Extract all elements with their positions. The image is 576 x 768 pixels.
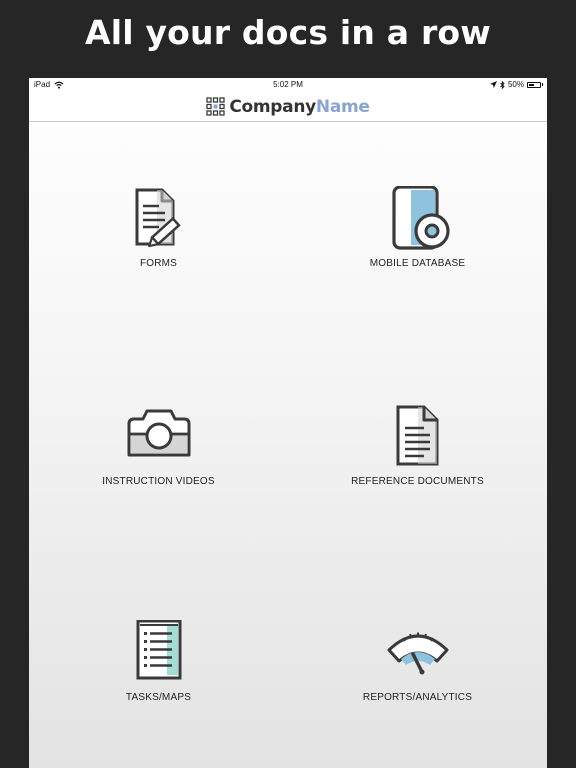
company-name-part1: Company (229, 96, 316, 117)
ipad-screen: iPad 5:02 PM 50% CompanyName FORMS MOBIL… (29, 78, 547, 768)
tile-label: INSTRUCTION VIDEOS (102, 476, 215, 487)
status-bar: iPad 5:02 PM 50% (29, 78, 547, 92)
company-name: CompanyName (229, 96, 370, 117)
company-name-part2: Name (315, 96, 370, 117)
company-logo-icon (206, 97, 225, 116)
tile-mobile-database[interactable]: MOBILE DATABASE (288, 186, 547, 306)
camera-icon (127, 409, 190, 457)
battery-fill (529, 83, 534, 86)
status-time: 5:02 PM (273, 80, 303, 89)
status-right: 50% (489, 80, 543, 89)
tile-reports-analytics[interactable]: REPORTS/ANALYTICS (288, 620, 547, 740)
gauge-icon (387, 632, 448, 675)
tile-label: REFERENCE DOCUMENTS (351, 476, 484, 487)
location-arrow-icon (489, 81, 497, 88)
promo-headline: All your docs in a row (85, 12, 491, 52)
battery-icon (527, 81, 541, 88)
bluetooth-icon (500, 80, 505, 89)
battery-percent: 50% (507, 80, 524, 89)
tile-label: REPORTS/ANALYTICS (362, 692, 473, 703)
tile-label: FORMS (139, 258, 178, 269)
battery-cap (542, 83, 543, 86)
tile-label: MOBILE DATABASE (369, 258, 466, 269)
nav-bar: CompanyName (29, 92, 547, 122)
tile-reference-documents[interactable]: REFERENCE DOCUMENTS (288, 404, 547, 524)
document-icon (396, 405, 438, 466)
checklist-icon (136, 620, 181, 680)
database-disc-icon (391, 186, 450, 250)
tile-tasks-maps[interactable]: TASKS/MAPS (29, 620, 288, 740)
document-pencil-icon (135, 188, 181, 248)
tile-instruction-videos[interactable]: INSTRUCTION VIDEOS (29, 404, 288, 524)
tile-label: TASKS/MAPS (125, 692, 192, 703)
tile-forms[interactable]: FORMS (29, 186, 288, 306)
